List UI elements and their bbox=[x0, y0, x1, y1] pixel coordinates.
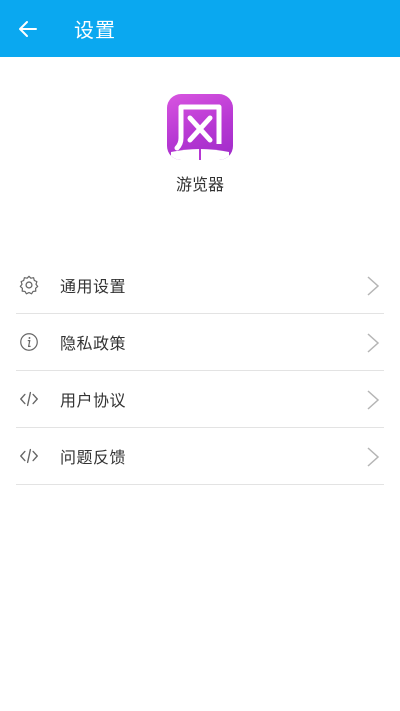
menu-item-label: 问题反馈 bbox=[60, 448, 127, 467]
menu-item-label: 隐私政策 bbox=[60, 334, 127, 353]
page-title: 设置 bbox=[74, 18, 116, 42]
menu-item-privacy-policy[interactable]: 隐私政策 bbox=[16, 314, 384, 371]
app-name: 游览器 bbox=[175, 175, 224, 194]
menu-item-general-settings[interactable]: 通用设置 bbox=[16, 257, 384, 314]
back-arrow-icon bbox=[19, 20, 37, 37]
app-logo-glyph-icon bbox=[171, 104, 229, 160]
menu-item-user-agreement[interactable]: 用户协议 bbox=[16, 371, 384, 428]
info-icon bbox=[16, 329, 42, 355]
menu-item-label: 用户协议 bbox=[60, 391, 127, 410]
code-icon bbox=[16, 386, 42, 412]
chevron-right-icon bbox=[367, 276, 380, 296]
gear-icon bbox=[16, 272, 42, 298]
menu-item-label: 通用设置 bbox=[60, 277, 127, 296]
app-logo-badge bbox=[167, 94, 233, 160]
app-logo bbox=[167, 94, 233, 160]
code-icon bbox=[16, 443, 42, 469]
settings-screen: 设置 游览器 通用设置 隐私政策 用户协议 问题反馈 bbox=[0, 0, 400, 711]
top-app-bar: 设置 bbox=[0, 0, 400, 57]
back-button[interactable] bbox=[0, 0, 56, 57]
chevron-right-icon bbox=[367, 333, 380, 353]
settings-menu: 通用设置 隐私政策 用户协议 问题反馈 bbox=[16, 257, 384, 485]
menu-item-feedback[interactable]: 问题反馈 bbox=[16, 428, 384, 485]
chevron-right-icon bbox=[367, 390, 380, 410]
chevron-right-icon bbox=[367, 447, 380, 467]
